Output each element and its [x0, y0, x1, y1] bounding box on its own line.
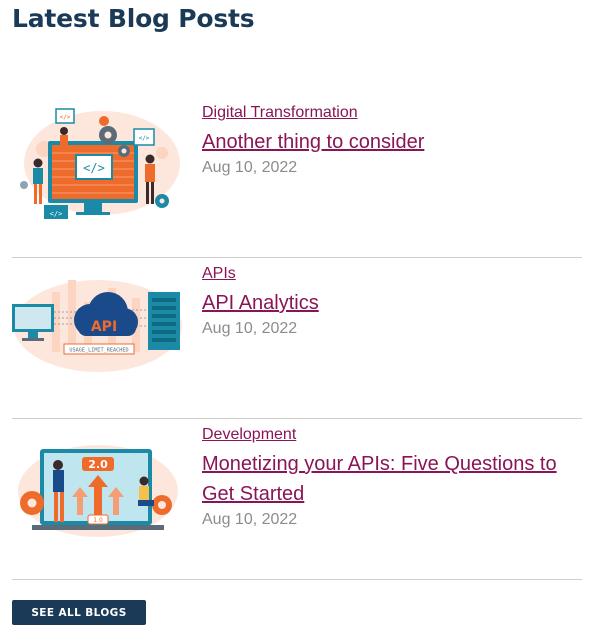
blog-post-item: 2.0 1.0 Development Monetizing your APIs… — [12, 418, 582, 580]
post-title-link[interactable]: Another thing to consider — [202, 127, 582, 157]
version-new-label: 2.0 — [88, 458, 108, 471]
blog-thumbnail-image[interactable]: API USAGE_LIMIT_REACHED — [12, 262, 184, 380]
version-old-label: 1.0 — [93, 517, 103, 524]
api-image-label: API — [91, 319, 117, 335]
post-title-link[interactable]: API Analytics — [202, 288, 582, 318]
post-date: Aug 10, 2022 — [202, 511, 298, 528]
post-category-link[interactable]: Digital Transformation — [202, 103, 358, 123]
blog-post-item: API USAGE_LIMIT_REACHED APIs API Analyti… — [12, 257, 582, 419]
post-category-link[interactable]: APIs — [202, 264, 236, 284]
see-all-blogs-button[interactable]: SEE ALL BLOGS — [12, 600, 146, 625]
svg-text:</>: </> — [83, 161, 105, 175]
blog-thumbnail-image[interactable]: 2.0 1.0 — [12, 423, 184, 541]
usage-limit-label: USAGE_LIMIT_REACHED — [69, 348, 128, 354]
svg-text:</>: </> — [50, 210, 63, 218]
post-title-link[interactable]: Monetizing your APIs: Five Questions to … — [202, 449, 582, 509]
blog-thumbnail-image[interactable]: </> </> </> </> — [12, 101, 184, 219]
svg-text:</>: </> — [60, 114, 71, 121]
post-date: Aug 10, 2022 — [202, 159, 298, 176]
blog-post-item: </> </> </> </> Digital Transformation A… — [12, 96, 582, 258]
post-date: Aug 10, 2022 — [202, 320, 298, 337]
page-title: Latest Blog Posts — [12, 4, 255, 33]
svg-text:</>: </> — [139, 135, 150, 142]
post-category-link[interactable]: Development — [202, 425, 296, 445]
